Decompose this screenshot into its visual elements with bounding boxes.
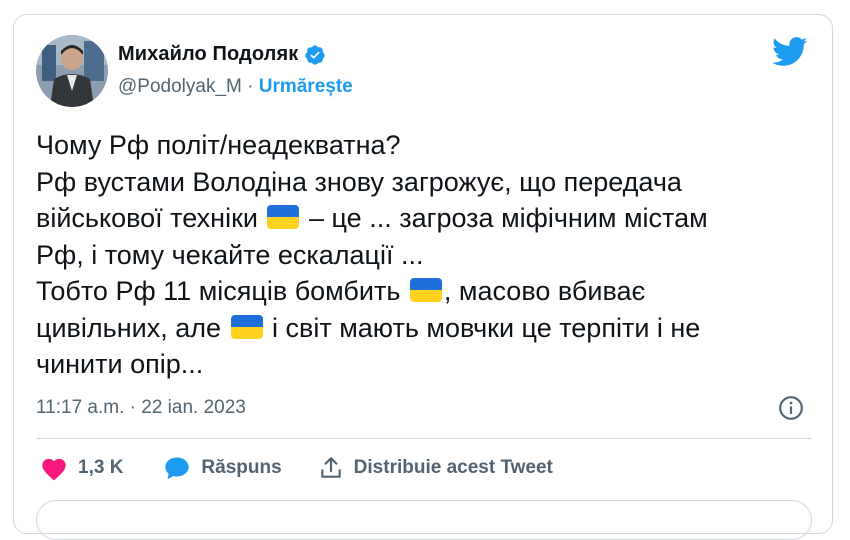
tweet-line-text: Чому Рф політ/неадекватна? [36, 130, 401, 160]
tweet-line: Тобто Рф 11 місяців бомбить , масово вби… [36, 273, 806, 310]
divider [36, 438, 812, 439]
tweet-actions: 1,3 K Răspuns Distribuie acest Tweet [40, 455, 553, 481]
share-upload-icon [318, 455, 344, 481]
tweet-timestamp[interactable]: 11:17 a.m. · 22 ian. 2023 [36, 397, 246, 419]
tweet-line-text: цивільних, але [36, 312, 229, 343]
twitter-bird-icon[interactable] [772, 37, 808, 67]
avatar[interactable] [36, 35, 108, 107]
like-count: 1,3 K [78, 457, 124, 478]
tweet-line-text: Тобто Рф 11 місяців бомбить [36, 276, 408, 306]
tweet-line-text: , масово вбиває [443, 276, 646, 306]
tweet-text: Чому Рф політ/неадекватна? Рф вустами Во… [36, 127, 806, 383]
like-button[interactable]: 1,3 K [40, 455, 123, 481]
tweet-line: Рф, і тому чекайте ескалації ... [36, 237, 806, 274]
speech-bubble-icon [163, 455, 191, 481]
ukraine-flag-emoji [409, 278, 442, 302]
tweet-line: Чому Рф політ/неадекватна? [36, 127, 806, 164]
tweet-line: чинити опір... [36, 346, 806, 383]
heart-icon [40, 455, 68, 481]
tweet-line-text: військової техніки [36, 203, 266, 233]
ukraine-flag-emoji [230, 314, 263, 339]
verified-badge-icon [304, 44, 326, 66]
handle-separator: · [241, 76, 259, 97]
author-handle[interactable]: @Podolyak_M [118, 76, 242, 97]
tweet-line: військової техніки – це ... загроза міфі… [36, 200, 806, 237]
ukraine-flag-emoji [267, 205, 300, 229]
author-handle-row: @Podolyak_M · Urmărește [118, 76, 353, 98]
tweet-line: Рф вустами Володіна знову загрожує, що п… [36, 164, 806, 201]
tweet-line: цивільних, але і світ мають мовчки це те… [36, 310, 806, 347]
tweet-line-text: Рф вустами Володіна знову загрожує, що п… [36, 166, 682, 197]
tweet-card: Михайло Подоляк @Podolyak_M · Urmărește … [13, 14, 833, 540]
author-name[interactable]: Михайло Подоляк [118, 43, 298, 66]
read-replies-button[interactable] [36, 500, 812, 540]
tweet-line-text: – це ... загроза міфічним містам [309, 203, 708, 233]
share-label: Distribuie acest Tweet [353, 457, 553, 478]
info-icon[interactable] [778, 395, 804, 421]
tweet-line-text: чинити опір... [36, 349, 204, 379]
avatar-image [36, 35, 108, 107]
tweet-line-text: і світ мають мовчки це терпіти і не [264, 312, 701, 343]
follow-button[interactable]: Urmărește [259, 76, 353, 97]
reply-label: Răspuns [201, 457, 282, 478]
reply-button[interactable]: Răspuns [163, 455, 282, 481]
tweet-line-text: Рф, і тому чекайте ескалації ... [36, 239, 424, 270]
author-name-row: Михайло Подоляк [118, 43, 326, 66]
share-button[interactable]: Distribuie acest Tweet [318, 455, 553, 481]
